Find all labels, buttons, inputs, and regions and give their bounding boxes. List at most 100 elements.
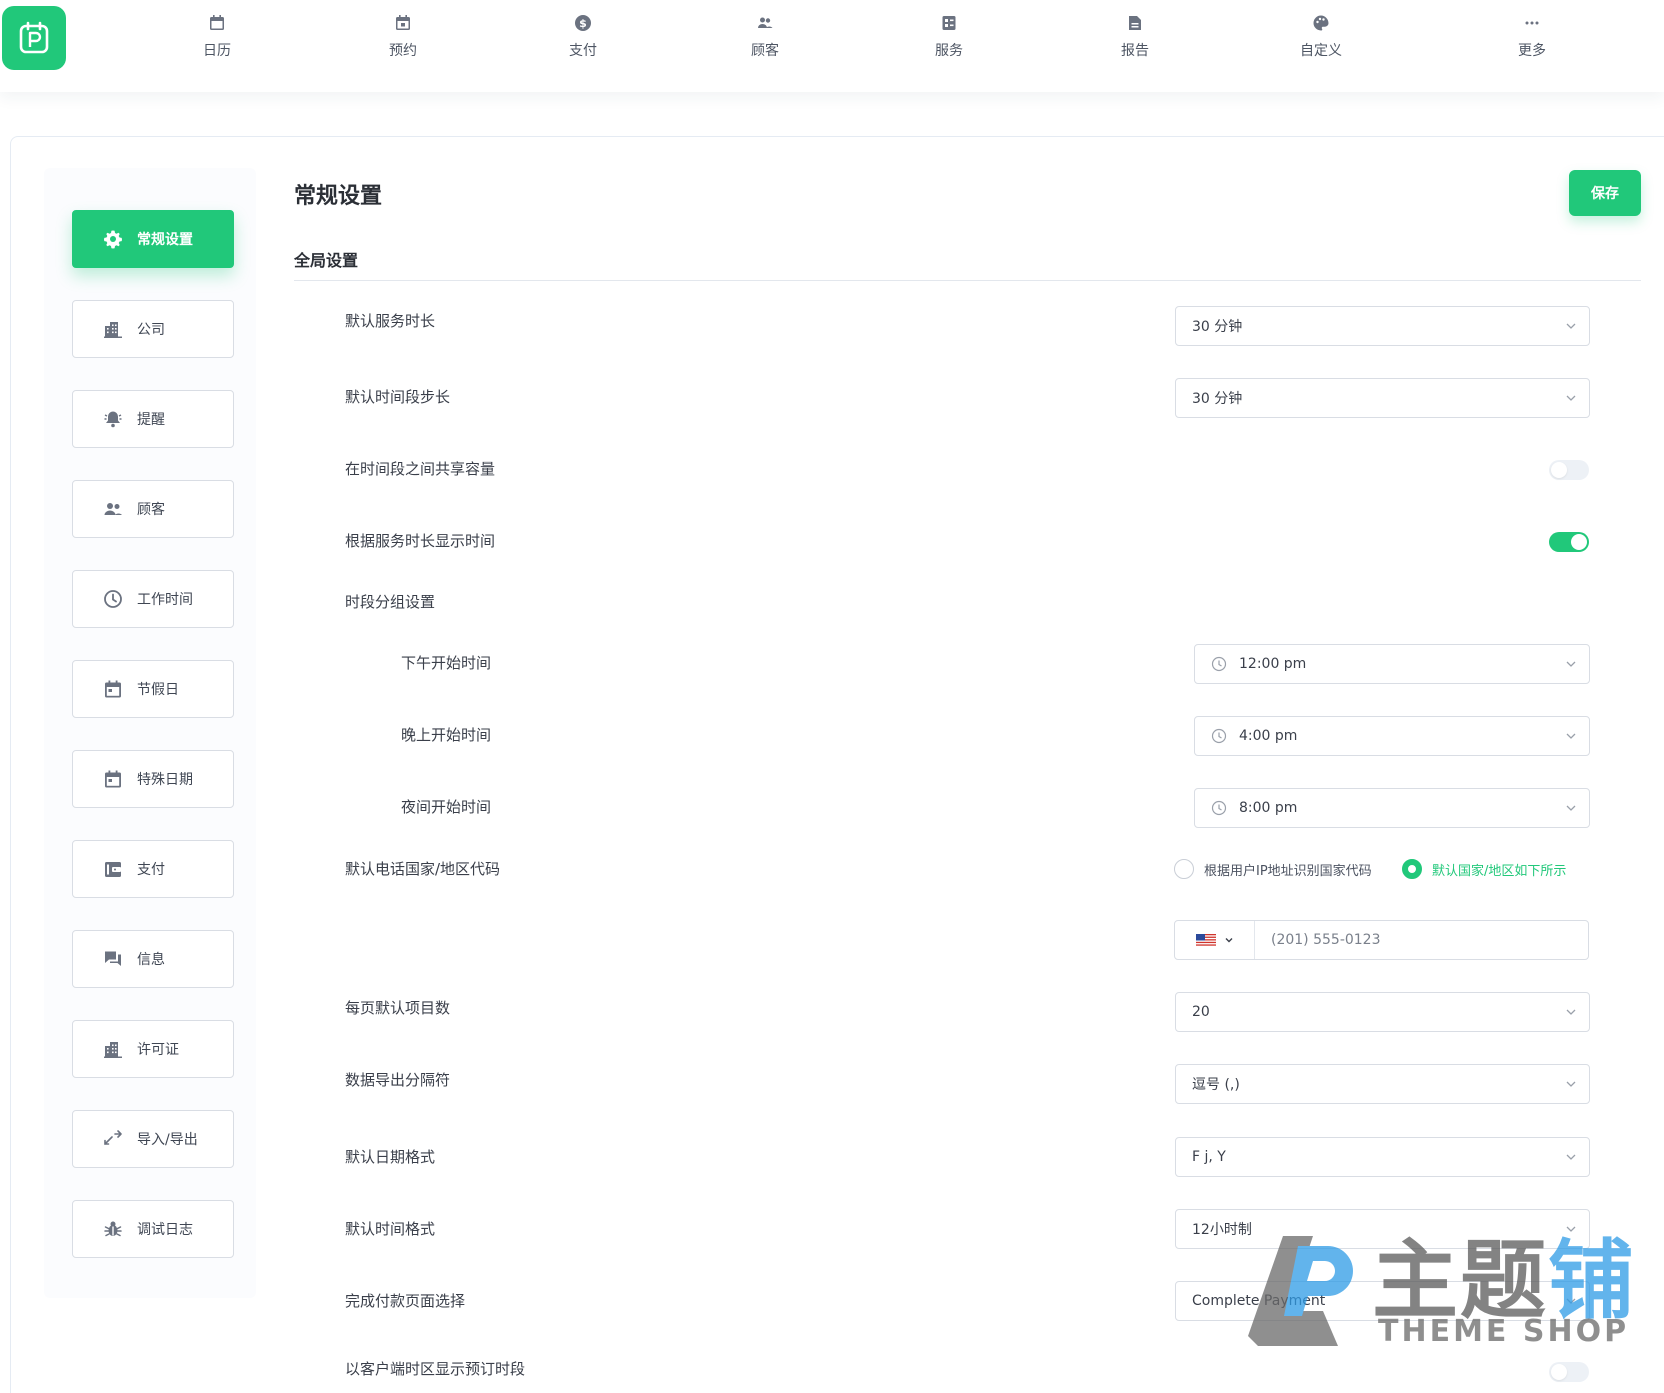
chevron-down-icon — [1566, 1009, 1576, 1015]
sidebar-item-import-export[interactable]: 导入/导出 — [72, 1110, 234, 1168]
label-date-format: 默认日期格式 — [345, 1148, 436, 1166]
select-value: 逗号 (,) — [1192, 1077, 1240, 1093]
phone-input-group — [1174, 920, 1589, 960]
nav-customize[interactable]: 自定义 — [1266, 12, 1376, 72]
page-title: 常规设置 — [294, 184, 383, 209]
radio-label: 根据用户IP地址识别国家代码 — [1204, 863, 1372, 879]
toggle-share-capacity[interactable] — [1549, 460, 1589, 480]
nav-appointments-label: 预约 — [389, 43, 417, 59]
sidebar-item-general[interactable]: 常规设置 — [72, 210, 234, 268]
toggle-client-timezone[interactable] — [1549, 1362, 1589, 1382]
chevron-down-icon — [1566, 805, 1576, 811]
select-per-page[interactable]: 20 — [1175, 992, 1590, 1032]
select-date-format[interactable]: F j, Y — [1175, 1137, 1590, 1177]
phone-number-input[interactable] — [1271, 932, 1571, 948]
label-slot-step: 默认时间段步长 — [345, 388, 451, 406]
select-value: 30 分钟 — [1192, 319, 1243, 335]
sidebar-item-label: 支付 — [137, 862, 165, 878]
sidebar-item-label: 许可证 — [137, 1042, 179, 1058]
label-payment-page: 完成付款页面选择 — [345, 1292, 466, 1310]
import-export-icon — [104, 1130, 122, 1145]
country-code-dropdown[interactable] — [1175, 921, 1255, 959]
chevron-down-icon — [1566, 1226, 1576, 1232]
customers-icon — [758, 17, 773, 28]
select-value: 30 分钟 — [1192, 391, 1243, 407]
sidebar-item-label: 工作时间 — [137, 592, 193, 608]
sidebar-item-label: 常规设置 — [137, 232, 193, 248]
services-icon — [942, 16, 956, 30]
sidebar-item-label: 顾客 — [137, 502, 165, 518]
nav-more[interactable]: 更多 — [1477, 12, 1587, 72]
nav-payments[interactable]: $ 支付 — [528, 12, 638, 72]
select-afternoon-start[interactable]: 12:00 pm — [1194, 644, 1590, 684]
chevron-down-icon — [1566, 395, 1576, 401]
bell-icon — [104, 411, 122, 428]
sidebar-item-messages[interactable]: 信息 — [72, 930, 234, 988]
label-night-start: 夜间开始时间 — [401, 798, 492, 816]
label-service-duration: 默认服务时长 — [345, 312, 436, 330]
nav-more-label: 更多 — [1518, 43, 1546, 59]
chevron-down-icon — [1566, 661, 1576, 667]
save-button[interactable]: 保存 — [1569, 170, 1641, 216]
nav-customers[interactable]: 顾客 — [710, 12, 820, 72]
nav-calendar[interactable]: 日历 — [162, 12, 272, 72]
select-value: 8:00 pm — [1239, 800, 1298, 816]
chevron-down-icon — [1566, 1081, 1576, 1087]
label-export-delimiter: 数据导出分隔符 — [345, 1071, 451, 1089]
select-night-start[interactable]: 8:00 pm — [1194, 788, 1590, 828]
select-value: 20 — [1192, 1004, 1210, 1020]
gear-icon — [104, 230, 122, 249]
bug-icon — [104, 1221, 122, 1237]
label-slot-group: 时段分组设置 — [345, 593, 436, 611]
clock-icon — [104, 590, 122, 608]
chat-icon — [105, 951, 121, 966]
calendar-icon — [105, 680, 121, 698]
sidebar-item-label: 导入/导出 — [137, 1132, 198, 1148]
clock-icon — [1211, 728, 1227, 744]
nav-services[interactable]: 服务 — [894, 12, 1004, 72]
nav-reports[interactable]: 报告 — [1080, 12, 1190, 72]
select-time-format[interactable]: 12小时制 — [1175, 1209, 1590, 1249]
chevron-down-icon — [1566, 1154, 1576, 1160]
nav-customers-label: 顾客 — [751, 43, 779, 59]
sidebar-item-special-days[interactable]: 特殊日期 — [72, 750, 234, 808]
toggle-show-by-duration[interactable] — [1549, 532, 1589, 552]
sidebar-item-label: 节假日 — [137, 682, 179, 698]
toggle-knob — [1571, 534, 1587, 550]
label-phone-code: 默认电话国家/地区代码 — [345, 860, 501, 878]
select-slot-step[interactable]: 30 分钟 — [1175, 378, 1590, 418]
sidebar-item-reminders[interactable]: 提醒 — [72, 390, 234, 448]
sidebar-item-payments[interactable]: 支付 — [72, 840, 234, 898]
sidebar-item-holidays[interactable]: 节假日 — [72, 660, 234, 718]
app-logo[interactable] — [2, 6, 66, 70]
radio-detect-by-ip[interactable]: 根据用户IP地址识别国家代码 — [1174, 859, 1372, 879]
radio-default-country[interactable]: 默认国家/地区如下所示 — [1402, 859, 1566, 879]
select-payment-page[interactable]: Complete Payment — [1175, 1281, 1590, 1321]
select-value: Complete Payment — [1192, 1293, 1326, 1309]
nav-services-label: 服务 — [935, 43, 963, 59]
logo-icon — [19, 21, 49, 54]
label-per-page: 每页默认项目数 — [345, 999, 451, 1017]
clock-icon — [1211, 656, 1227, 672]
radio-circle — [1402, 859, 1422, 879]
label-time-format: 默认时间格式 — [345, 1220, 436, 1238]
dollar-icon: $ — [575, 15, 591, 31]
nav-reports-label: 报告 — [1121, 43, 1149, 59]
sidebar-item-company[interactable]: 公司 — [72, 300, 234, 358]
nav-customize-label: 自定义 — [1300, 43, 1342, 59]
toggle-knob — [1551, 1364, 1567, 1380]
svg-text:$: $ — [579, 17, 587, 30]
sidebar-item-license[interactable]: 许可证 — [72, 1020, 234, 1078]
radio-label: 默认国家/地区如下所示 — [1432, 863, 1567, 879]
chevron-down-icon — [1225, 938, 1232, 943]
sidebar-item-working-hours[interactable]: 工作时间 — [72, 570, 234, 628]
sidebar-item-debug-log[interactable]: 调试日志 — [72, 1200, 234, 1258]
us-flag-icon — [1195, 934, 1216, 946]
nav-appointments[interactable]: 预约 — [348, 12, 458, 72]
select-service-duration[interactable]: 30 分钟 — [1175, 306, 1590, 346]
sidebar-item-customers[interactable]: 顾客 — [72, 480, 234, 538]
nav-payments-label: 支付 — [569, 43, 597, 59]
sidebar-item-label: 信息 — [137, 952, 165, 968]
select-evening-start[interactable]: 4:00 pm — [1194, 716, 1590, 756]
select-export-delimiter[interactable]: 逗号 (,) — [1175, 1064, 1590, 1104]
